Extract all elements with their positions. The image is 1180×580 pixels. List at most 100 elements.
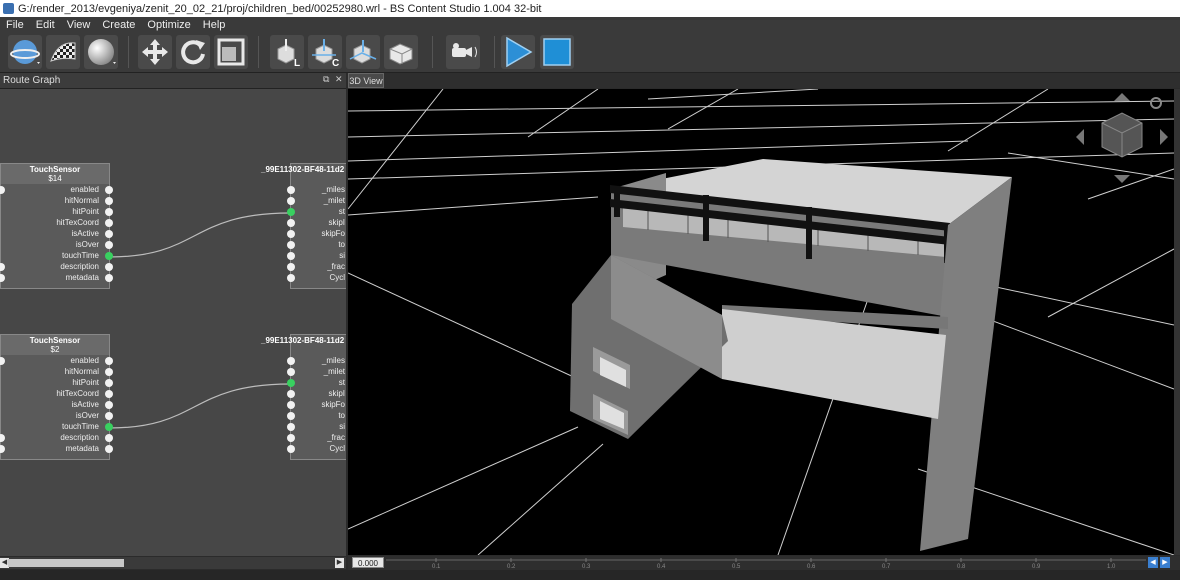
field-label: isActive (71, 229, 99, 238)
touchsensor-node[interactable]: TouchSensor $14 enabled hitNormal hitPoi… (0, 163, 113, 289)
play-icon (506, 36, 533, 68)
timeline-ruler[interactable]: 0.1 0.2 0.3 0.4 0.5 0.6 0.7 0.8 0.9 1.0 (386, 556, 1176, 570)
field-in-port[interactable] (287, 357, 295, 365)
field-out-port[interactable] (105, 274, 113, 282)
scene-render (348, 89, 1174, 555)
timesensor-node[interactable]: _99E11302-BF48-11d2 _miles _milet st ski… (261, 163, 346, 289)
field-out-port-connected[interactable] (105, 423, 113, 431)
field-in-port[interactable] (287, 434, 295, 442)
field-in-port[interactable] (0, 445, 5, 453)
field-in-port[interactable] (287, 390, 295, 398)
field-in-port[interactable] (287, 368, 295, 376)
field-in-port[interactable] (287, 241, 295, 249)
field-in-port[interactable] (0, 186, 5, 194)
field-in-port[interactable] (287, 186, 295, 194)
timeline-prev-icon[interactable]: ◀ (1148, 557, 1158, 568)
field-in-port[interactable] (0, 434, 5, 442)
navigation-cube[interactable] (1072, 91, 1172, 191)
field-in-port[interactable] (287, 412, 295, 420)
field-in-port[interactable] (287, 445, 295, 453)
float-panel-icon[interactable]: ⧉ (323, 74, 329, 85)
field-label: _milet (323, 196, 345, 205)
3d-viewport[interactable] (348, 89, 1174, 555)
move-button[interactable] (138, 35, 172, 69)
field-label: enabled (70, 185, 99, 194)
menu-help[interactable]: Help (197, 19, 232, 31)
field-label: _miles (321, 185, 345, 194)
scale-button[interactable] (214, 35, 248, 69)
field-label: description (60, 262, 99, 271)
rotate-button[interactable] (176, 35, 210, 69)
field-in-port[interactable] (287, 219, 295, 227)
touchsensor-node[interactable]: TouchSensor $2 enabled hitNormal hitPoin… (0, 334, 113, 460)
timeline-next-icon[interactable]: ▶ (1160, 557, 1170, 568)
field-out-port[interactable] (105, 219, 113, 227)
center-axis-button[interactable]: C (308, 35, 342, 69)
field-out-port[interactable] (105, 379, 113, 387)
close-panel-icon[interactable]: ✕ (335, 74, 343, 85)
field-out-port[interactable] (105, 208, 113, 216)
field-label: _miles (321, 356, 345, 365)
scroll-thumb[interactable] (8, 559, 124, 567)
node-header: _99E11302-BF48-11d2 (259, 164, 346, 184)
field-in-port[interactable] (287, 263, 295, 271)
play-button[interactable] (501, 35, 535, 69)
axis-label-l: L (294, 58, 300, 67)
field-out-port[interactable] (105, 401, 113, 409)
field-in-port[interactable] (287, 252, 295, 260)
field-in-port[interactable] (0, 357, 5, 365)
field-out-port[interactable] (105, 357, 113, 365)
scroll-right-icon[interactable]: ▶ (335, 558, 344, 568)
material-sphere-button[interactable] (84, 35, 118, 69)
snap-grid-button[interactable] (346, 35, 380, 69)
menu-view[interactable]: View (61, 19, 97, 31)
status-bar (0, 570, 1180, 580)
field-out-port[interactable] (105, 412, 113, 420)
field-in-port[interactable] (287, 197, 295, 205)
field-label: hitTexCoord (56, 218, 99, 227)
stop-button[interactable] (540, 35, 574, 69)
toolbar-separator (432, 36, 433, 68)
toolbar-separator (494, 36, 495, 68)
field-label: isOver (75, 411, 99, 420)
field-out-port[interactable] (105, 445, 113, 453)
route-graph-scrollbar[interactable]: ◀ ▶ (0, 557, 346, 569)
field-out-port-connected[interactable] (105, 252, 113, 260)
field-out-port[interactable] (105, 186, 113, 194)
timesensor-node[interactable]: _99E11302-BF48-11d2 _miles _milet st ski… (261, 334, 346, 460)
menu-edit[interactable]: Edit (30, 19, 61, 31)
menu-file[interactable]: File (0, 19, 30, 31)
field-out-port[interactable] (105, 263, 113, 271)
field-out-port[interactable] (105, 197, 113, 205)
node-header: TouchSensor $2 (1, 335, 109, 355)
field-out-port[interactable] (105, 390, 113, 398)
field-label: st (338, 207, 345, 216)
field-out-port[interactable] (105, 368, 113, 376)
field-out-port[interactable] (105, 230, 113, 238)
field-in-port[interactable] (287, 423, 295, 431)
route-graph-canvas[interactable]: TouchSensor $14 enabled hitNormal hitPoi… (0, 89, 346, 556)
local-axis-button[interactable]: L (270, 35, 304, 69)
node-type: TouchSensor (29, 336, 81, 345)
field-label: metadata (65, 444, 99, 453)
camera-button[interactable] (446, 35, 480, 69)
field-out-port[interactable] (105, 434, 113, 442)
field-in-port[interactable] (287, 401, 295, 409)
checker-texture-button[interactable] (46, 35, 80, 69)
field-out-port[interactable] (105, 241, 113, 249)
field-in-port[interactable] (0, 274, 5, 282)
menu-create[interactable]: Create (96, 19, 141, 31)
field-in-port[interactable] (287, 274, 295, 282)
view-vertical-scrollbar[interactable] (1174, 89, 1180, 555)
menu-optimize[interactable]: Optimize (141, 19, 196, 31)
time-value-field[interactable]: 0.000 (352, 557, 384, 568)
camera-icon (452, 43, 477, 58)
timeline[interactable]: 0.000 0.1 0.2 0.3 0.4 0.5 0.6 0.7 0.8 0.9 1.0 ◀ ▶ (348, 556, 1180, 570)
field-in-port[interactable] (0, 263, 5, 271)
field-in-port[interactable] (287, 230, 295, 238)
field-in-port-connected[interactable] (287, 379, 295, 387)
tab-3d-view[interactable]: 3D View (348, 73, 384, 88)
globe-view-button[interactable] (8, 35, 42, 69)
box-view-button[interactable] (384, 35, 418, 69)
field-in-port-connected[interactable] (287, 208, 295, 216)
